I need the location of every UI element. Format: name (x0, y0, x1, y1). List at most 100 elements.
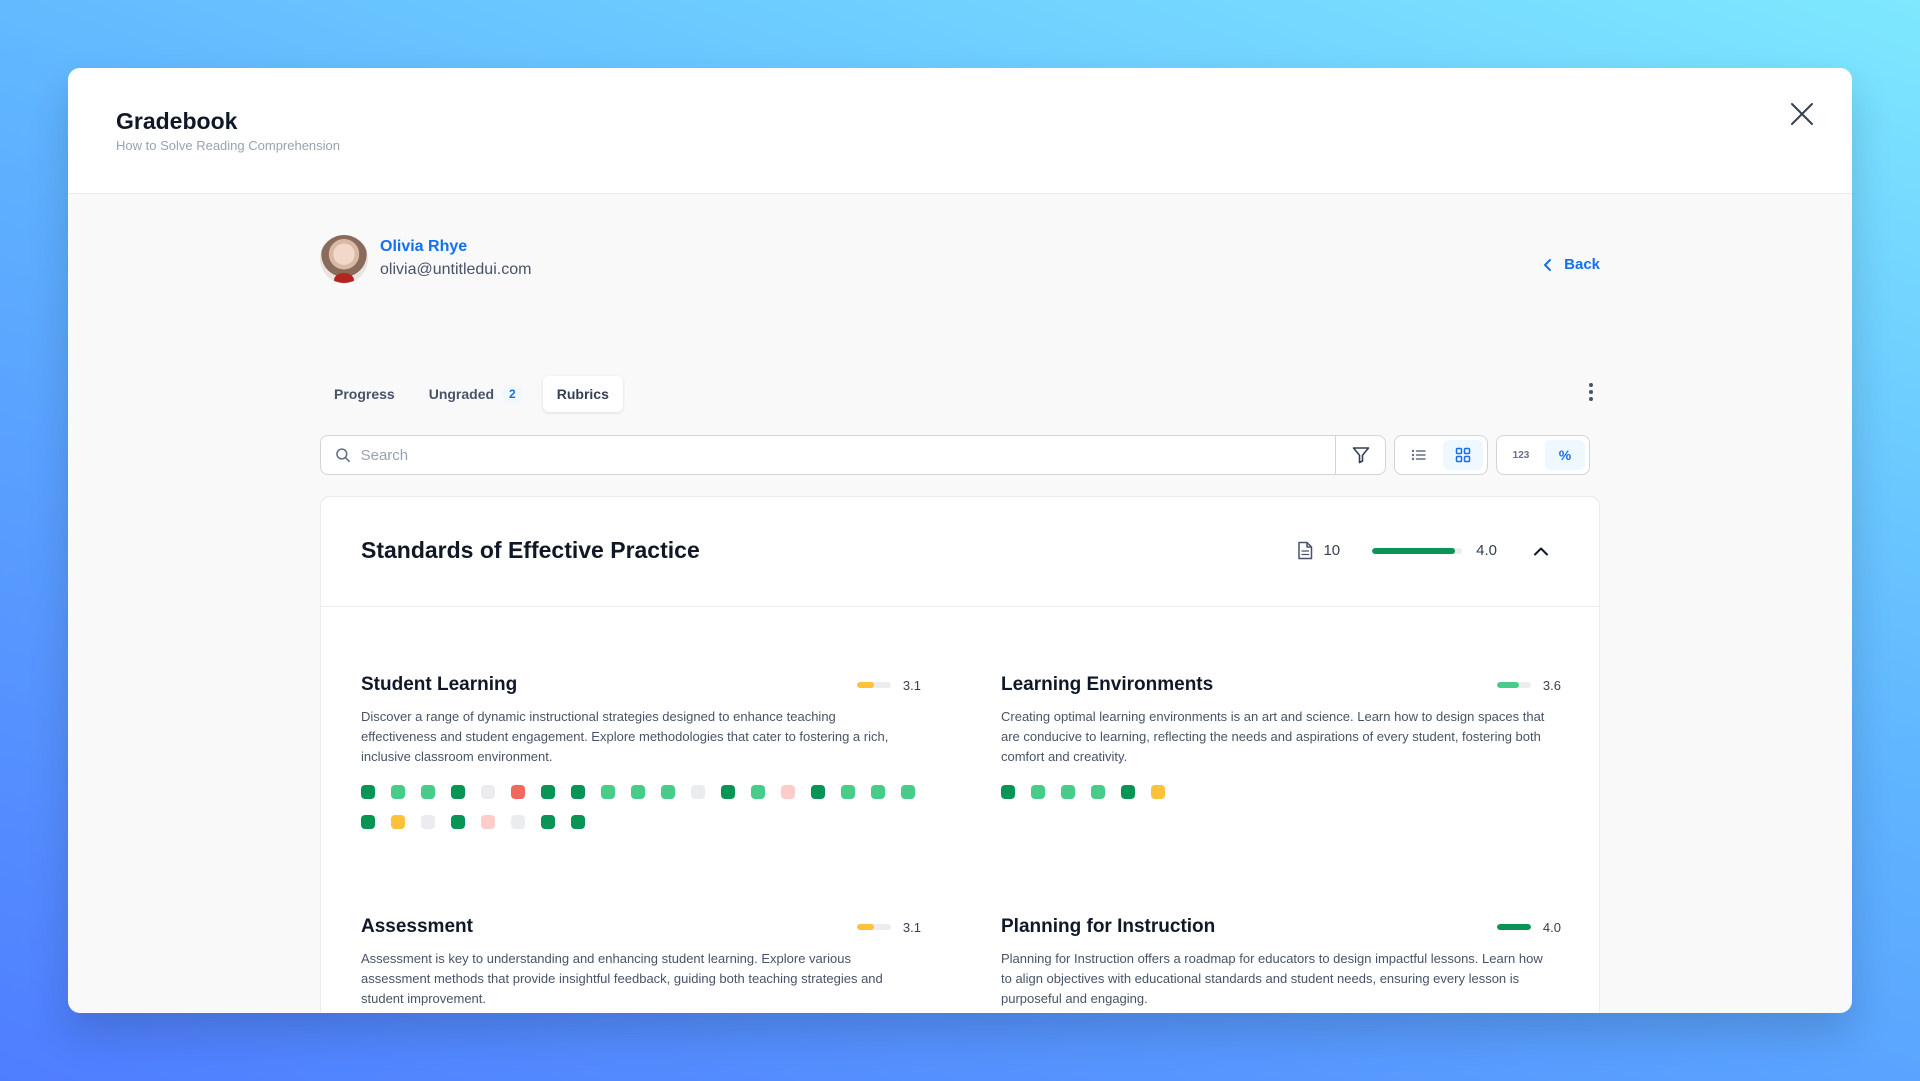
grid-view-button[interactable] (1443, 440, 1483, 470)
rubric-progress-bar (1496, 924, 1531, 930)
assessment-dot[interactable] (481, 815, 495, 829)
assessment-dot[interactable] (391, 785, 405, 799)
assessment-dot[interactable] (451, 785, 465, 799)
search-input[interactable] (360, 446, 1335, 464)
rubric-planning-for-instruction: Planning for Instruction 4.0 Planning fo… (1001, 915, 1561, 1013)
assessment-dots (361, 785, 921, 829)
assessment-dot[interactable] (571, 785, 585, 799)
rubric-description: Creating optimal learning environments i… (1001, 709, 1545, 764)
assessment-dot[interactable] (751, 785, 765, 799)
assessment-dot[interactable] (1121, 785, 1135, 799)
user-email: olivia@untitledui.com (380, 261, 532, 278)
back-button[interactable]: Back (1542, 256, 1600, 273)
rubric-title: Student Learning (361, 674, 518, 695)
close-icon (1791, 103, 1813, 125)
assessment-dot[interactable] (601, 785, 615, 799)
rubric-score: 3.1 (902, 919, 921, 935)
assessment-dot[interactable] (361, 785, 375, 799)
assessment-dots (1001, 785, 1561, 799)
assessment-dot[interactable] (451, 815, 465, 829)
assessment-dot[interactable] (871, 785, 885, 799)
document-count: 10 (1323, 542, 1341, 559)
assessment-dot[interactable] (511, 785, 525, 799)
chevron-up-icon (1534, 547, 1548, 555)
tab-label: Rubrics (556, 386, 609, 402)
assessment-dot[interactable] (511, 815, 525, 829)
assessment-dot[interactable] (541, 815, 555, 829)
tab-ungraded[interactable]: Ungraded 2 (415, 376, 537, 412)
gradebook-modal: Gradebook How to Solve Reading Comprehen… (68, 68, 1852, 1013)
card-header: Standards of Effective Practice 10 4.0 (321, 497, 1599, 607)
rubric-progress-bar (856, 924, 891, 930)
assessment-dot[interactable] (391, 815, 405, 829)
rubric-progress-fill (1496, 682, 1520, 688)
rubric-description: Planning for Instruction offers a roadma… (1001, 951, 1543, 1006)
assessment-dot[interactable] (691, 785, 705, 799)
list-icon (1411, 449, 1426, 461)
assessment-dot[interactable] (571, 815, 585, 829)
search-box (320, 435, 1386, 475)
filter-button[interactable] (1335, 436, 1385, 474)
toolbar: 123 % (320, 435, 1600, 475)
assessment-dot[interactable] (661, 785, 675, 799)
search-icon (336, 448, 350, 463)
list-view-button[interactable] (1399, 440, 1439, 470)
assessment-dot[interactable] (481, 785, 495, 799)
tab-progress[interactable]: Progress (320, 376, 409, 412)
assessment-dot[interactable] (841, 785, 855, 799)
assessment-dot[interactable] (811, 785, 825, 799)
rubric-progress-fill (856, 924, 874, 930)
rubric-description: Assessment is key to understanding and e… (361, 951, 883, 1006)
rubric-progress-fill (856, 682, 874, 688)
back-label: Back (1564, 256, 1600, 273)
tab-label: Ungraded (428, 386, 495, 402)
numeric-format-button[interactable]: 123 (1501, 440, 1541, 470)
rubric-title: Assessment (361, 916, 473, 937)
kebab-icon (1589, 383, 1593, 401)
close-button[interactable] (1782, 94, 1822, 134)
assessment-dot[interactable] (1031, 785, 1045, 799)
rubric-progress-fill (1496, 924, 1531, 930)
rubric-title: Planning for Instruction (1001, 916, 1216, 937)
assessment-dot[interactable] (1091, 785, 1105, 799)
rubric-assessment: Assessment 3.1 Assessment is key to unde… (361, 915, 921, 1013)
assessment-dot[interactable] (781, 785, 795, 799)
assessment-dot[interactable] (421, 815, 435, 829)
user-info: Olivia Rhye olivia@untitledui.com (320, 235, 531, 283)
document-icon (1298, 541, 1313, 560)
grid-icon (1455, 447, 1471, 463)
section-title: Standards of Effective Practice (361, 537, 700, 563)
rubric-progress-bar (856, 682, 891, 688)
assessment-dot[interactable] (1061, 785, 1075, 799)
section-meta: 10 4.0 (1297, 541, 1549, 560)
ungraded-count-badge: 2 (502, 385, 523, 403)
chevron-left-icon (1544, 258, 1552, 271)
rubric-progress-bar (1496, 682, 1531, 688)
tab-bar: Progress Ungraded 2 Rubrics (320, 376, 623, 412)
modal-subtitle: How to Solve Reading Comprehension (116, 138, 341, 153)
assessment-dot[interactable] (1001, 785, 1015, 799)
assessment-dot[interactable] (1151, 785, 1165, 799)
rubric-title: Learning Environments (1001, 674, 1214, 695)
rubric-description: Discover a range of dynamic instructiona… (361, 709, 889, 764)
assessment-dot[interactable] (421, 785, 435, 799)
assessment-dot[interactable] (361, 815, 375, 829)
tab-label: Progress (334, 386, 395, 402)
section-progress-bar (1372, 547, 1463, 554)
avatar (320, 235, 368, 283)
user-name[interactable]: Olivia Rhye (380, 236, 531, 258)
standards-card: Standards of Effective Practice 10 4.0 S… (320, 496, 1600, 1013)
collapse-button[interactable] (1533, 546, 1549, 556)
rubric-student-learning: Student Learning 3.1 Discover a range of… (361, 673, 921, 829)
assessment-dot[interactable] (721, 785, 735, 799)
modal-title: Gradebook (116, 108, 238, 134)
more-options-button[interactable] (1588, 381, 1594, 408)
rubric-score: 4.0 (1542, 919, 1561, 935)
tab-rubrics[interactable]: Rubrics (542, 376, 623, 412)
percent-format-button[interactable]: % (1545, 440, 1585, 470)
assessment-dot[interactable] (901, 785, 915, 799)
assessment-dot[interactable] (541, 785, 555, 799)
layout-toggle (1394, 435, 1488, 475)
rubric-score: 3.6 (1542, 677, 1561, 693)
assessment-dot[interactable] (631, 785, 645, 799)
